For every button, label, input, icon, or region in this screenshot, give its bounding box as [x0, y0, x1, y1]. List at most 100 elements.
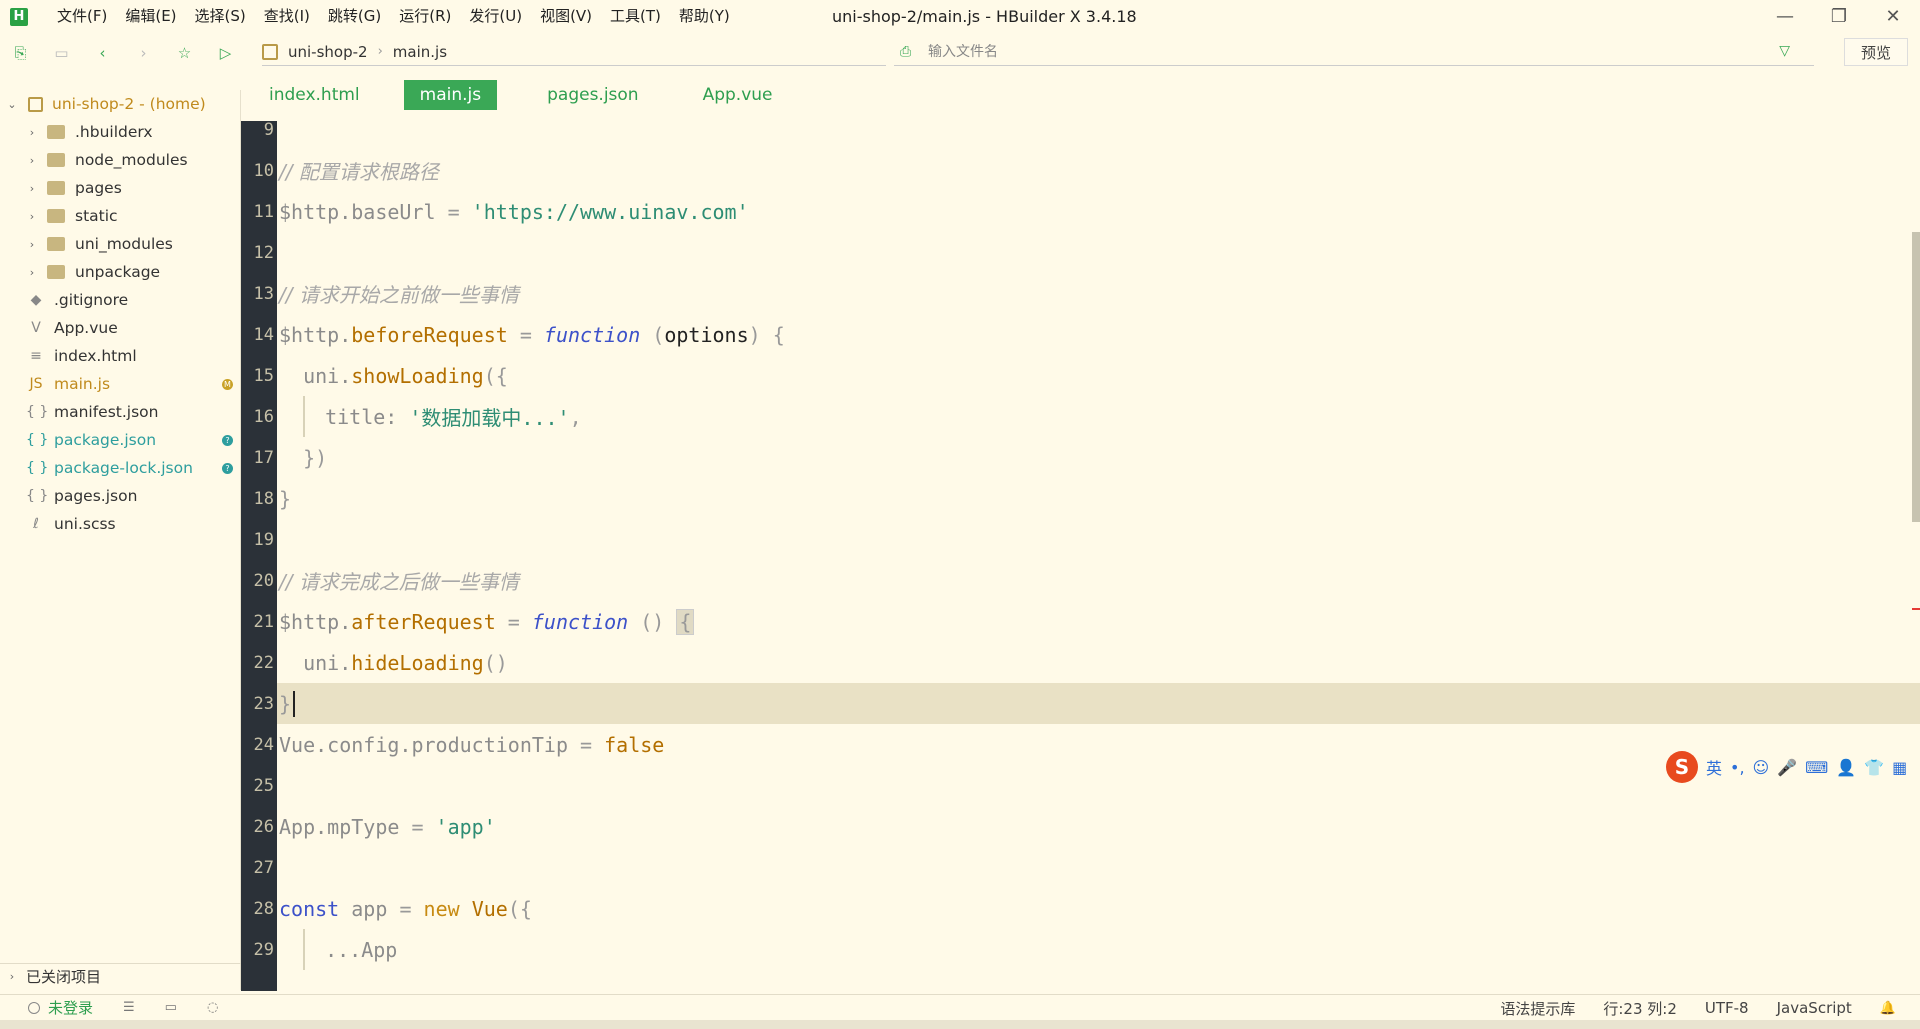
code-line[interactable]: 26 App.mpType = 'app' — [241, 806, 1920, 847]
code-line[interactable]: 27 — [241, 847, 1920, 888]
restore-icon[interactable]: ❐ — [1812, 0, 1866, 33]
tree-item-file[interactable]: ◆ .gitignore — [0, 286, 241, 314]
code-line[interactable]: 19 — [241, 519, 1920, 560]
tab-index-html[interactable]: index.html — [241, 80, 388, 110]
tree-item-project[interactable]: ⌄ uni-shop-2 - (home) — [0, 90, 241, 118]
git-status-badge: ? — [222, 463, 233, 474]
cursor-position[interactable]: 行:23 列:2 — [1603, 998, 1677, 1019]
ime-voice-icon[interactable]: 🎤 — [1777, 758, 1797, 777]
tree-item-file[interactable]: { } package.json? — [0, 426, 241, 454]
code-line[interactable]: 21 $http. afterRequest = function () { — [241, 601, 1920, 642]
ime-keyboard-icon[interactable]: ⌨ — [1805, 758, 1828, 777]
menu-item[interactable]: 发行(U) — [460, 0, 531, 33]
code-line[interactable]: 16 title: '数据加载中...', — [241, 396, 1920, 437]
ime-lang-toggle[interactable]: 英 — [1706, 755, 1722, 779]
code-line[interactable]: 11 $http.baseUrl = 'https://www.uinav.com… — [241, 191, 1920, 232]
code-token: ) { — [748, 322, 785, 347]
code-line[interactable]: 15 uni. showLoading({ — [241, 355, 1920, 396]
line-number: 15 — [253, 365, 274, 386]
js-icon: JS — [29, 376, 43, 392]
forward-icon[interactable]: › — [123, 39, 164, 67]
file-search-input[interactable] — [928, 43, 1748, 60]
code-line[interactable]: 20// 请求完成之后做一些事情 — [241, 560, 1920, 601]
filter-icon[interactable]: ▽ — [1779, 43, 1790, 59]
code-line[interactable]: 13// 请求开始之前做一些事情 — [241, 273, 1920, 314]
tree-item-folder[interactable]: › static — [0, 202, 241, 230]
tree-item-file[interactable]: JS main.js M — [0, 370, 241, 398]
code-line[interactable]: 12 — [241, 232, 1920, 273]
tree-item-folder[interactable]: › node_modules — [0, 146, 241, 174]
close-icon[interactable]: ✕ — [1866, 0, 1920, 33]
line-number: 25 — [253, 775, 274, 796]
tree-item-file[interactable]: { } package-lock.json? — [0, 454, 241, 482]
menu-item[interactable]: 跳转(G) — [319, 0, 390, 33]
line-number: 9 — [263, 121, 274, 140]
palette-icon[interactable]: ◌ — [207, 1000, 218, 1015]
code-token: = — [435, 199, 472, 224]
terminal-icon[interactable]: ▭ — [165, 1000, 177, 1015]
preview-button[interactable]: 预览 — [1844, 38, 1908, 66]
code-line[interactable]: 23} — [241, 683, 1920, 724]
code-line[interactable]: 9 — [241, 121, 1920, 150]
tree-item-folder[interactable]: › .hbuilderx — [0, 118, 241, 146]
ime-emoji-icon[interactable]: ☺ — [1753, 758, 1770, 777]
tree-item-file[interactable]: { } manifest.json — [0, 398, 241, 426]
back-icon[interactable]: ‹ — [82, 39, 123, 67]
menu-item[interactable]: 选择(S) — [186, 0, 255, 33]
login-status[interactable]: 未登录 — [28, 997, 93, 1018]
tree-item-file[interactable]: ≡ index.html — [0, 342, 241, 370]
tab-pages-json[interactable]: pages.json — [519, 80, 666, 110]
tree-item-folder[interactable]: › unpackage — [0, 258, 241, 286]
menu-item[interactable]: 运行(R) — [390, 0, 460, 33]
code-line[interactable]: 14 $http. beforeRequest = function (option… — [241, 314, 1920, 355]
save-icon[interactable]: ▭ — [41, 39, 82, 67]
vertical-scrollbar[interactable] — [1912, 232, 1920, 522]
code-line[interactable]: 10// 配置请求根路径 — [241, 150, 1920, 191]
minimize-icon[interactable]: — — [1758, 0, 1812, 33]
new-file-icon[interactable]: ⎘ — [0, 39, 41, 67]
status-bar: 未登录 ☰ ▭ ◌ 语法提示库 行:23 列:2 UTF-8 JavaScrip… — [0, 994, 1920, 1020]
encoding[interactable]: UTF-8 — [1705, 999, 1749, 1017]
tree-item-folder[interactable]: › pages — [0, 174, 241, 202]
code-token: // 请求开始之前做一些事情 — [279, 283, 519, 307]
language-mode[interactable]: JavaScript — [1777, 999, 1852, 1017]
menu-item[interactable]: 视图(V) — [531, 0, 601, 33]
folder-icon — [47, 265, 65, 279]
code-token: ( — [640, 322, 665, 347]
bell-icon[interactable]: 🔔 — [1880, 1001, 1896, 1016]
favorite-star-icon[interactable]: ☆ — [164, 39, 205, 67]
code-line[interactable]: 22 uni. hideLoading() — [241, 642, 1920, 683]
menu-item[interactable]: 编辑(E) — [116, 0, 185, 33]
ime-punctuation-icon[interactable]: •, — [1730, 758, 1745, 777]
code-line[interactable]: 17 }) — [241, 437, 1920, 478]
scss-icon: ℓ — [33, 516, 39, 532]
code-token: false — [604, 732, 665, 757]
tab-App-vue[interactable]: App.vue — [675, 80, 801, 110]
list-icon[interactable]: ☰ — [123, 1000, 135, 1015]
menu-item[interactable]: 查找(I) — [255, 0, 319, 33]
code-line[interactable]: 29 ...App — [241, 929, 1920, 970]
tree-item-file[interactable]: { } pages.json — [0, 482, 241, 510]
closed-projects-section[interactable]: › 已关闭项目 — [0, 963, 241, 989]
breadcrumb-file[interactable]: main.js — [393, 43, 447, 61]
ime-skin-icon[interactable]: 👕 — [1864, 758, 1884, 777]
tree-item-label: index.html — [54, 347, 137, 365]
tab-main-js[interactable]: main.js — [403, 80, 498, 110]
menu-item[interactable]: 帮助(Y) — [670, 0, 739, 33]
code-line[interactable]: 28 const app = new Vue({ — [241, 888, 1920, 929]
breadcrumb-project[interactable]: uni-shop-2 — [288, 43, 368, 61]
run-icon[interactable]: ▷ — [205, 39, 246, 67]
sogou-logo-icon[interactable]: S — [1666, 751, 1698, 783]
tree-item-folder[interactable]: › uni_modules — [0, 230, 241, 258]
code-line[interactable]: 18} — [241, 478, 1920, 519]
tree-item-file[interactable]: V App.vue — [0, 314, 241, 342]
menu-item[interactable]: 文件(F) — [48, 0, 116, 33]
syntax-lib-button[interactable]: 语法提示库 — [1500, 998, 1575, 1019]
tree-item-file[interactable]: ℓ uni.scss — [0, 510, 241, 538]
git-status-badge: M — [222, 379, 233, 390]
code-editor[interactable]: 9 10// 配置请求根路径 11 $http.baseUrl = 'https://… — [241, 121, 1920, 991]
ime-account-icon[interactable]: 👤 — [1836, 758, 1856, 777]
menu-item[interactable]: 工具(T) — [601, 0, 670, 33]
ime-toolbox-icon[interactable]: ▦ — [1892, 758, 1907, 777]
code-token: function — [543, 322, 641, 347]
